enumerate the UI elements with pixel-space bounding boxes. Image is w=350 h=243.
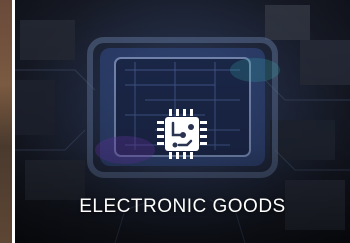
category-title: ELECTRONIC GOODS <box>79 196 286 217</box>
category-card-electronic-goods[interactable]: ELECTRONIC GOODS <box>15 0 350 243</box>
previous-card-edge[interactable] <box>0 0 12 243</box>
circuit-chip-icon <box>157 109 207 159</box>
